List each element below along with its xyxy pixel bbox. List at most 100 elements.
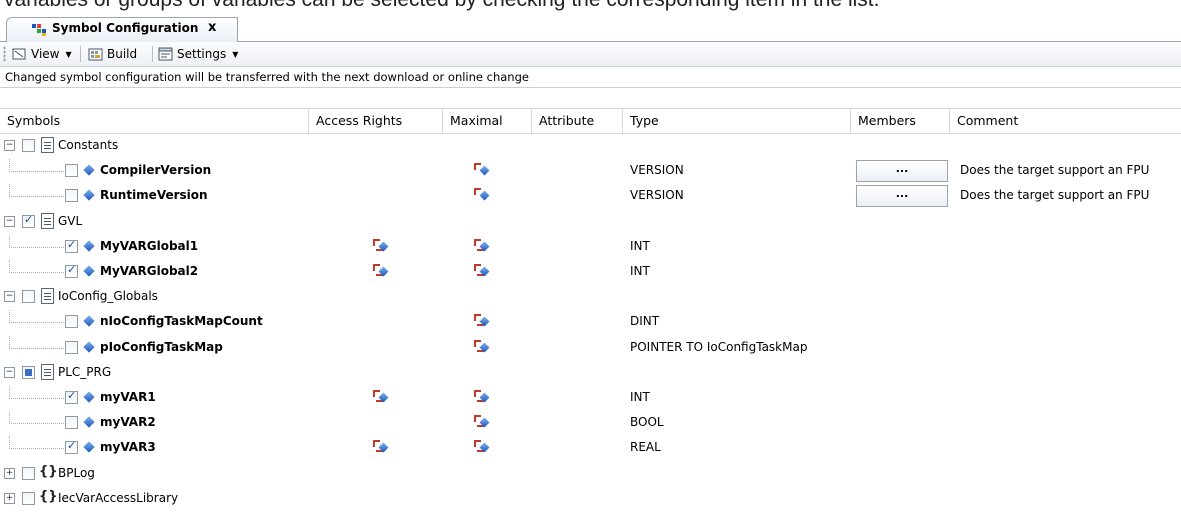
group-label: Constants bbox=[58, 138, 119, 152]
document-icon bbox=[41, 288, 54, 304]
group-label: IoConfig_Globals bbox=[58, 289, 158, 303]
symbol-checkbox[interactable] bbox=[65, 341, 78, 354]
maximal-access-icon bbox=[474, 188, 492, 202]
tree-variable-row: MyVARGlobal1 INT bbox=[0, 235, 1181, 259]
view-label: View bbox=[31, 47, 60, 61]
tree-connector bbox=[9, 171, 64, 172]
variable-icon bbox=[83, 265, 95, 277]
members-button[interactable]: ... bbox=[856, 185, 948, 207]
variable-label: RuntimeVersion bbox=[100, 188, 208, 202]
tab-symbol-configuration[interactable]: Symbol Configuration x bbox=[6, 17, 238, 42]
column-attribute[interactable]: Attribute bbox=[531, 109, 623, 133]
type-value: BOOL bbox=[630, 415, 664, 429]
group-label: PLC_PRG bbox=[58, 365, 112, 379]
toolbar-separator bbox=[152, 46, 153, 62]
symbol-checkbox[interactable] bbox=[65, 263, 78, 278]
members-button[interactable]: ... bbox=[856, 160, 948, 182]
document-icon bbox=[41, 364, 54, 380]
tree-connector bbox=[9, 423, 64, 424]
chevron-down-icon: ▼ bbox=[65, 49, 72, 59]
collapse-icon[interactable]: − bbox=[4, 367, 15, 378]
variable-icon bbox=[83, 391, 95, 403]
variable-label: myVAR1 bbox=[100, 390, 156, 404]
symbol-checkbox[interactable] bbox=[65, 389, 78, 404]
tree-variable-row: RuntimeVersion VERSION... Does the target … bbox=[0, 184, 1181, 208]
column-access-rights[interactable]: Access Rights bbox=[308, 109, 442, 133]
column-comment[interactable]: Comment bbox=[949, 109, 1181, 133]
column-maximal[interactable]: Maximal bbox=[442, 109, 531, 133]
variable-label: MyVARGlobal1 bbox=[100, 239, 199, 253]
group-label: IecVarAccessLibrary bbox=[58, 491, 179, 505]
tree-variable-row: MyVARGlobal2 INT bbox=[0, 260, 1181, 284]
build-button[interactable]: Build bbox=[88, 44, 137, 64]
symbol-checkbox[interactable] bbox=[22, 366, 35, 379]
collapse-icon[interactable]: − bbox=[4, 216, 15, 227]
tree-group-row: + {} BPLog bbox=[0, 462, 1181, 486]
expand-icon[interactable]: + bbox=[4, 468, 15, 479]
variable-icon bbox=[83, 189, 95, 201]
variable-icon bbox=[83, 315, 95, 327]
symbol-checkbox[interactable] bbox=[65, 189, 78, 202]
info-message: Changed symbol configuration will be tra… bbox=[0, 67, 1181, 88]
library-icon: {} bbox=[39, 464, 58, 479]
symbol-checkbox[interactable] bbox=[22, 492, 35, 505]
access-rights-icon bbox=[373, 440, 391, 454]
symbol-checkbox[interactable] bbox=[22, 290, 35, 303]
comment-value: Does the target support an FPU bbox=[960, 163, 1150, 177]
collapse-icon[interactable]: − bbox=[4, 291, 15, 302]
symbol-checkbox[interactable] bbox=[65, 439, 78, 454]
doc-caption: variables or groups of variables can be … bbox=[4, 0, 879, 12]
view-button[interactable]: View ▼ bbox=[12, 44, 72, 64]
column-type[interactable]: Type bbox=[622, 109, 850, 133]
symbol-tree: − Constants CompilerVersion VERSION... Does … bbox=[0, 134, 1181, 512]
column-symbols[interactable]: Symbols bbox=[0, 109, 314, 133]
tab-title: Symbol Configuration bbox=[52, 21, 199, 35]
symbol-checkbox[interactable] bbox=[22, 467, 35, 480]
column-members[interactable]: Members bbox=[850, 109, 948, 133]
settings-label: Settings bbox=[177, 47, 227, 61]
tree-variable-row: myVAR1 INT bbox=[0, 386, 1181, 410]
chevron-down-icon: ▼ bbox=[232, 49, 239, 59]
variable-icon bbox=[83, 416, 95, 428]
symbol-checkbox[interactable] bbox=[22, 139, 35, 152]
maximal-access-icon bbox=[474, 340, 492, 354]
tree-connector bbox=[9, 247, 64, 248]
tree-group-row: − IoConfig_Globals bbox=[0, 285, 1181, 309]
close-icon[interactable]: x bbox=[208, 20, 216, 35]
variable-icon bbox=[479, 165, 490, 176]
settings-icon bbox=[158, 47, 173, 60]
tree-group-row: + {} IecVarAccessLibrary bbox=[0, 487, 1181, 511]
type-value: VERSION bbox=[630, 163, 684, 177]
variable-icon bbox=[83, 441, 95, 453]
tree-connector bbox=[9, 398, 64, 399]
type-value: INT bbox=[630, 264, 650, 278]
variable-label: myVAR2 bbox=[100, 415, 156, 429]
library-icon: {} bbox=[39, 489, 58, 504]
comment-value: Does the target support an FPU bbox=[960, 188, 1150, 202]
symbol-checkbox[interactable] bbox=[65, 164, 78, 177]
expand-icon[interactable]: + bbox=[4, 493, 15, 504]
maximal-access-icon bbox=[474, 239, 492, 253]
type-value: POINTER TO IoConfigTaskMap bbox=[630, 340, 808, 354]
view-icon bbox=[12, 48, 26, 59]
symbol-checkbox[interactable] bbox=[65, 315, 78, 328]
document-icon bbox=[41, 213, 54, 229]
toolbar-separator bbox=[80, 46, 81, 62]
collapse-icon[interactable]: − bbox=[4, 140, 15, 151]
settings-button[interactable]: Settings ▼ bbox=[158, 44, 238, 64]
tree-connector bbox=[9, 322, 64, 323]
tree-variable-row: CompilerVersion VERSION... Does the target… bbox=[0, 159, 1181, 183]
symbol-checkbox[interactable] bbox=[65, 416, 78, 429]
group-label: BPLog bbox=[58, 466, 95, 480]
access-rights-icon bbox=[373, 239, 391, 253]
symbol-checkbox[interactable] bbox=[65, 238, 78, 253]
tree-connector bbox=[9, 448, 64, 449]
type-value: VERSION bbox=[630, 188, 684, 202]
tree-connector bbox=[9, 272, 64, 273]
variable-label: MyVARGlobal2 bbox=[100, 264, 199, 278]
variable-label: myVAR3 bbox=[100, 440, 156, 454]
variable-icon bbox=[479, 190, 490, 201]
symbol-checkbox[interactable] bbox=[22, 213, 35, 228]
build-label: Build bbox=[107, 47, 138, 61]
tree-connector bbox=[9, 348, 64, 349]
